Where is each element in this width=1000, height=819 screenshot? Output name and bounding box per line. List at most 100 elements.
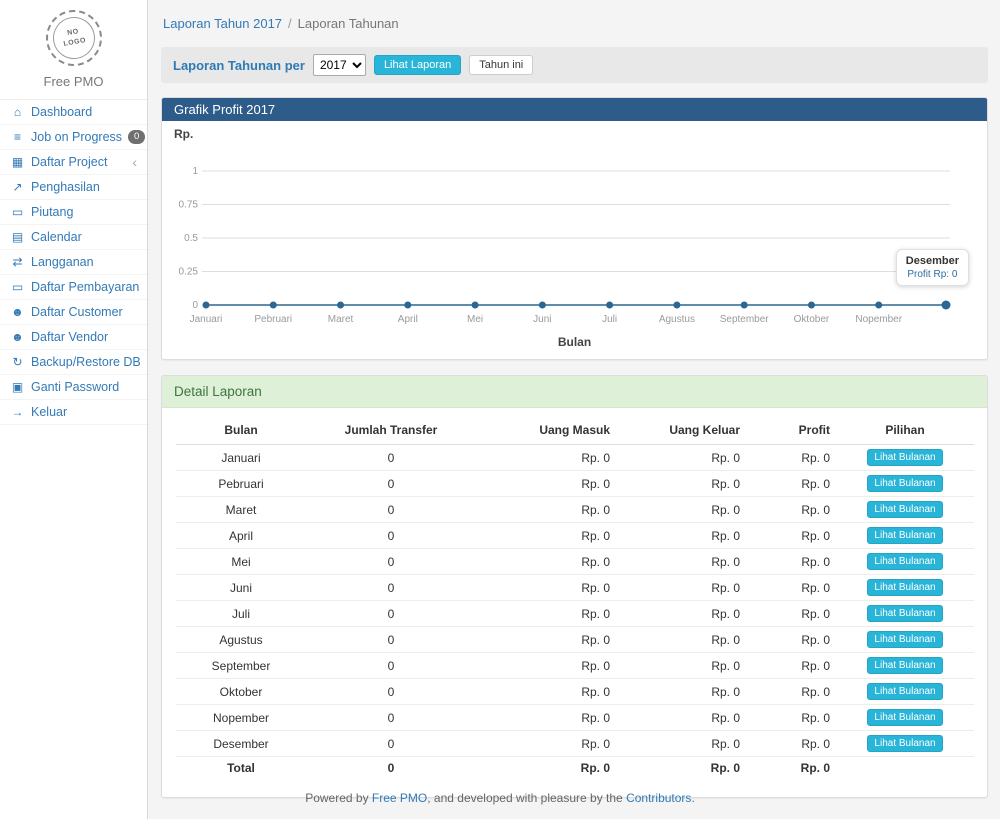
sidebar-item-job-on-progress[interactable]: ≡Job on Progress0 <box>0 125 147 150</box>
sidebar-item-daftar-pembayaran[interactable]: ▭Daftar Pembayaran <box>0 275 147 300</box>
svg-text:0: 0 <box>192 300 198 311</box>
sidebar-item-dashboard[interactable]: ⌂Dashboard <box>0 100 147 125</box>
tahun-ini-button[interactable]: Tahun ini <box>469 55 533 75</box>
lihat-bulanan-button[interactable]: Lihat Bulanan <box>867 553 942 570</box>
svg-text:Nopember: Nopember <box>855 314 902 325</box>
cell-profit: Rp. 0 <box>746 549 836 575</box>
total-bulan: Total <box>176 757 306 780</box>
lihat-bulanan-button[interactable]: Lihat Bulanan <box>867 683 942 700</box>
cell-uang_keluar: Rp. 0 <box>616 445 746 471</box>
cell-pilihan: Lihat Bulanan <box>836 523 974 549</box>
lihat-bulanan-button[interactable]: Lihat Bulanan <box>867 501 942 518</box>
main-content: Laporan Tahun 2017/Laporan Tahunan Lapor… <box>149 0 1000 798</box>
sidebar-item-calendar[interactable]: ▤ Calendar <box>0 225 147 250</box>
cell-bulan: Nopember <box>176 705 306 731</box>
cell-profit: Rp. 0 <box>746 705 836 731</box>
cell-uang_masuk: Rp. 0 <box>476 653 616 679</box>
svg-text:0.5: 0.5 <box>184 233 198 244</box>
lihat-bulanan-button[interactable]: Lihat Bulanan <box>867 579 942 596</box>
table-row: September0Rp. 0Rp. 0Rp. 0Lihat Bulanan <box>176 653 974 679</box>
users-icon: ☻ <box>10 330 25 344</box>
svg-text:Januari: Januari <box>190 314 223 325</box>
lihat-bulanan-button[interactable]: Lihat Bulanan <box>867 475 942 492</box>
cell-pilihan: Lihat Bulanan <box>836 575 974 601</box>
cell-pilihan: Lihat Bulanan <box>836 627 974 653</box>
sidebar-item-backup-restore-db[interactable]: ↻Backup/Restore DB <box>0 350 147 375</box>
column-header: Uang Keluar <box>616 416 746 445</box>
sidebar: NO LOGO Free PMO ⌂Dashboard≡Job on Progr… <box>0 0 148 819</box>
sidebar-item-keluar[interactable]: →Keluar <box>0 400 147 425</box>
cell-uang_keluar: Rp. 0 <box>616 575 746 601</box>
svg-text:Agustus: Agustus <box>659 314 695 325</box>
cell-bulan: Maret <box>176 497 306 523</box>
total-pilihan-empty <box>836 757 974 780</box>
cell-bulan: Oktober <box>176 679 306 705</box>
cell-jumlah_transfer: 0 <box>306 705 476 731</box>
credit-card-icon: ▭ <box>10 205 25 219</box>
exchange-icon: ⇄ <box>10 255 25 269</box>
lihat-bulanan-button[interactable]: Lihat Bulanan <box>867 605 942 622</box>
svg-text:0.75: 0.75 <box>179 200 199 211</box>
contributors-link[interactable]: Contributors <box>626 791 691 805</box>
cell-jumlah_transfer: 0 <box>306 445 476 471</box>
profit-line-chart: 00.250.50.751JanuariPebruariMaretAprilMe… <box>174 143 975 335</box>
cell-pilihan: Lihat Bulanan <box>836 445 974 471</box>
cell-profit: Rp. 0 <box>746 601 836 627</box>
table-row: Mei0Rp. 0Rp. 0Rp. 0Lihat Bulanan <box>176 549 974 575</box>
svg-text:0.25: 0.25 <box>179 267 199 278</box>
chart-panel-title: Grafik Profit 2017 <box>162 98 987 121</box>
cell-profit: Rp. 0 <box>746 653 836 679</box>
cell-bulan: September <box>176 653 306 679</box>
sidebar-item-daftar-project[interactable]: ▦Daftar Project‹ <box>0 150 147 175</box>
calendar-icon: ▤ <box>10 230 25 244</box>
lihat-bulanan-button[interactable]: Lihat Bulanan <box>867 657 942 674</box>
breadcrumb-link-laporan-tahun[interactable]: Laporan Tahun 2017 <box>163 16 282 31</box>
cell-jumlah_transfer: 0 <box>306 601 476 627</box>
svg-text:Oktober: Oktober <box>794 314 830 325</box>
cell-uang_keluar: Rp. 0 <box>616 653 746 679</box>
sidebar-item-ganti-password[interactable]: ▣Ganti Password <box>0 375 147 400</box>
sidebar-item-penghasilan[interactable]: ↗Penghasilan <box>0 175 147 200</box>
cell-uang_masuk: Rp. 0 <box>476 601 616 627</box>
cell-uang_masuk: Rp. 0 <box>476 471 616 497</box>
lihat-bulanan-button[interactable]: Lihat Bulanan <box>867 527 942 544</box>
lihat-bulanan-button[interactable]: Lihat Bulanan <box>867 449 942 466</box>
column-header: Jumlah Transfer <box>306 416 476 445</box>
cell-pilihan: Lihat Bulanan <box>836 679 974 705</box>
footer-text-suffix: . <box>691 791 694 805</box>
sidebar-item-daftar-customer[interactable]: ☻Daftar Customer <box>0 300 147 325</box>
cell-profit: Rp. 0 <box>746 445 836 471</box>
sidebar-item-piutang[interactable]: ▭Piutang <box>0 200 147 225</box>
footer: Powered by Free PMO, and developed with … <box>0 791 1000 805</box>
chart-x-axis-title: Bulan <box>174 335 975 349</box>
sidebar-item-label: Penghasilan <box>31 180 100 194</box>
sidebar-item-label: Calendar <box>31 230 82 244</box>
chevron-left-icon: ‹ <box>132 155 137 169</box>
cell-bulan: Juli <box>176 601 306 627</box>
tasks-icon: ≡ <box>10 130 25 144</box>
sidebar-item-daftar-vendor[interactable]: ☻Daftar Vendor <box>0 325 147 350</box>
cell-uang_masuk: Rp. 0 <box>476 497 616 523</box>
lihat-bulanan-button[interactable]: Lihat Bulanan <box>867 709 942 726</box>
cell-jumlah_transfer: 0 <box>306 497 476 523</box>
sidebar-menu: ⌂Dashboard≡Job on Progress0▦Daftar Proje… <box>0 100 147 425</box>
count-badge: 0 <box>128 130 145 144</box>
chart-tooltip: Desember Profit Rp: 0 <box>896 249 969 286</box>
column-header: Pilihan <box>836 416 974 445</box>
cell-uang_keluar: Rp. 0 <box>616 679 746 705</box>
cell-profit: Rp. 0 <box>746 497 836 523</box>
lihat-laporan-button[interactable]: Lihat Laporan <box>374 55 461 75</box>
lihat-bulanan-button[interactable]: Lihat Bulanan <box>867 735 942 752</box>
sidebar-item-label: Daftar Project <box>31 155 107 169</box>
chart-tooltip-value: Profit Rp: 0 <box>906 269 959 280</box>
free-pmo-link[interactable]: Free PMO <box>372 791 427 805</box>
sidebar-item-langganan[interactable]: ⇄Langganan <box>0 250 147 275</box>
breadcrumb: Laporan Tahun 2017/Laporan Tahunan <box>163 16 986 31</box>
cell-uang_masuk: Rp. 0 <box>476 731 616 757</box>
cell-jumlah_transfer: 0 <box>306 523 476 549</box>
year-select[interactable]: 2017 <box>313 54 366 76</box>
lihat-bulanan-button[interactable]: Lihat Bulanan <box>867 631 942 648</box>
sign-out-icon: → <box>10 405 25 419</box>
table-row: Oktober0Rp. 0Rp. 0Rp. 0Lihat Bulanan <box>176 679 974 705</box>
cell-bulan: Juni <box>176 575 306 601</box>
